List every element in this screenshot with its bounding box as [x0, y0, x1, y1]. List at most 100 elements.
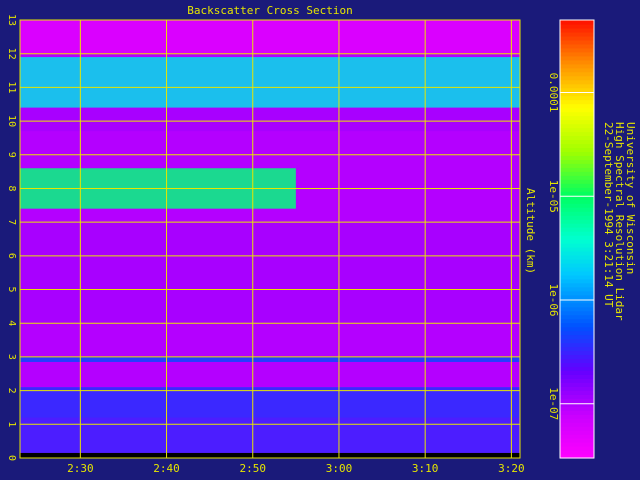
colorbar-segment	[560, 179, 594, 184]
y-tick-label: 8	[6, 185, 17, 191]
x-tick-label: 3:00	[326, 462, 353, 475]
colorbar-segment	[560, 99, 594, 105]
colorbar-segment	[560, 235, 594, 240]
y-axis-label: Altitude (km)	[524, 188, 537, 275]
colorbar-segment	[560, 394, 594, 399]
colorbar-tick-labels: 0.0001 1e-05 1e-06 1e-07	[547, 73, 560, 421]
colorbar-segment	[560, 139, 594, 145]
colorbar-segment	[560, 270, 594, 276]
chart-title: Backscatter Cross Section	[187, 4, 353, 17]
colorbar-segment	[560, 334, 594, 340]
y-tick-label: 6	[6, 253, 17, 259]
colorbar-segment	[560, 239, 594, 244]
colorbar-segment	[560, 242, 594, 248]
colorbar-segment	[560, 135, 594, 141]
colorbar-segment	[560, 143, 594, 149]
colorbar-segment	[560, 366, 594, 371]
colorbar-segment	[560, 63, 594, 69]
y-tick-label: 10	[6, 115, 17, 127]
colorbar-segment	[560, 390, 594, 395]
colorbar-segment	[560, 278, 594, 284]
colorbar-segment	[560, 450, 594, 455]
y-tick-label: 4	[6, 320, 17, 326]
colorbar-segment	[560, 59, 594, 65]
colorbar-segment	[560, 27, 594, 33]
colorbar-segment	[560, 282, 594, 288]
colorbar-segment	[560, 67, 594, 73]
colorbar-segment	[560, 20, 594, 25]
colorbar-segment	[560, 191, 594, 196]
colorbar-segment	[560, 326, 594, 332]
colorbar-segment	[560, 414, 594, 419]
x-tick-label: 2:30	[67, 462, 94, 475]
colorbar-segment	[560, 430, 594, 435]
colorbar-segment	[560, 254, 594, 260]
colorbar-segment	[560, 219, 594, 224]
colorbar-segment	[560, 418, 594, 423]
colorbar-tick-label: 1e-05	[547, 180, 560, 213]
x-tick-label: 3:20	[498, 462, 525, 475]
colorbar-segment	[560, 43, 594, 49]
colorbar-segment	[560, 107, 594, 113]
colorbar-segment	[560, 123, 594, 129]
colorbar-segment	[560, 386, 594, 391]
y-tick-label: 12	[6, 48, 17, 60]
colorbar-segment	[560, 231, 594, 236]
colorbar-segment	[560, 39, 594, 45]
colorbar-segment	[560, 434, 594, 439]
heatmap-band	[20, 222, 520, 324]
colorbar-segment	[560, 274, 594, 280]
colorbar-segment	[560, 183, 594, 188]
colorbar-tick-label: 1e-06	[547, 283, 560, 316]
colorbar-segment	[560, 51, 594, 57]
colorbar-tick-label: 1e-07	[547, 387, 560, 420]
colorbar-segment	[560, 207, 594, 212]
colorbar-segment	[560, 426, 594, 431]
y-tick-label: 5	[6, 287, 17, 293]
colorbar-segment	[560, 167, 594, 172]
colorbar-segment	[560, 362, 594, 368]
colorbar-segment	[560, 87, 594, 93]
y-tick-label: 0	[6, 455, 17, 461]
backscatter-chart: Backscatter Cross Section 2:30 2:40 2:50 3:…	[6, 4, 595, 475]
y-tick-label: 13	[6, 14, 17, 26]
heatmap-band	[20, 20, 520, 54]
x-tick-label: 2:40	[153, 462, 180, 475]
colorbar-segment	[560, 398, 594, 403]
x-tick-label: 2:50	[240, 462, 267, 475]
colorbar-segment	[560, 294, 594, 300]
colorbar-segment	[560, 438, 594, 443]
colorbar-segment	[560, 266, 594, 272]
colorbar-segment	[560, 374, 594, 379]
colorbar-segment	[560, 422, 594, 427]
colorbar-segment	[560, 262, 594, 268]
colorbar-segment	[560, 175, 594, 180]
heatmap-band	[20, 107, 520, 132]
colorbar-segment	[560, 163, 594, 168]
colorbar-segment	[560, 446, 594, 451]
x-tick-labels: 2:30 2:40 2:50 3:00 3:10 3:20	[67, 462, 525, 475]
colorbar-segment	[560, 71, 594, 77]
colorbar-segment	[560, 79, 594, 85]
colorbar-segment	[560, 330, 594, 336]
y-tick-label: 11	[6, 81, 17, 93]
heatmap-layer	[20, 57, 520, 108]
colorbar-segment	[560, 346, 594, 352]
colorbar-segment	[560, 199, 594, 204]
colorbar-segment	[560, 246, 594, 252]
caption-line-3: 22-September-1994 3:21:14 UT	[602, 122, 615, 308]
colorbar-segment	[560, 31, 594, 37]
colorbar-segment	[560, 258, 594, 264]
colorbar-segment	[560, 215, 594, 220]
colorbar-segment	[560, 95, 594, 101]
colorbar-segment	[560, 211, 594, 216]
colorbar-segment	[560, 338, 594, 344]
colorbar-segment	[560, 298, 594, 304]
colorbar-segment	[560, 55, 594, 61]
colorbar-segment	[560, 410, 594, 415]
colorbar-segment	[560, 406, 594, 411]
colorbar-segment	[560, 358, 594, 364]
y-tick-label: 2	[6, 388, 17, 394]
colorbar-segment	[560, 75, 594, 81]
colorbar-segment	[560, 350, 594, 356]
